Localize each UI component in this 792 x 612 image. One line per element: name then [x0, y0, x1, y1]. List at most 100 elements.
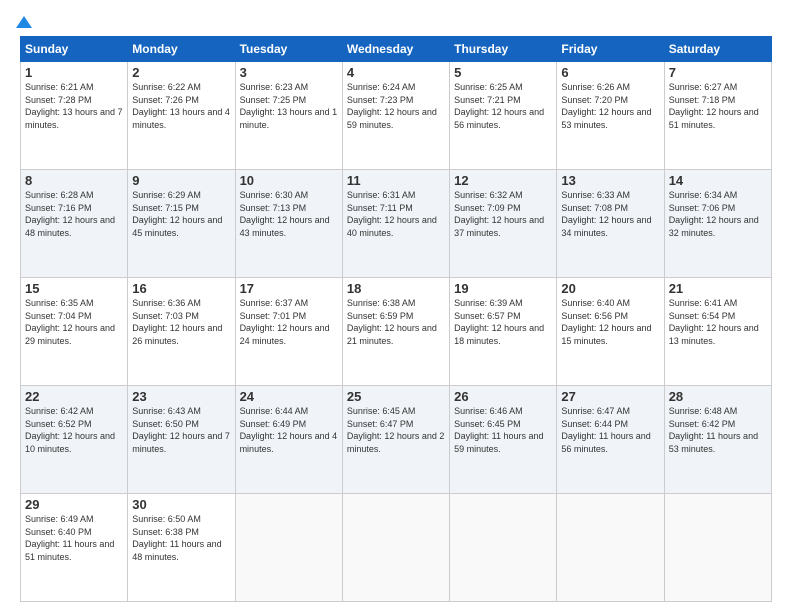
day-number: 16 — [132, 281, 230, 296]
day-number: 11 — [347, 173, 445, 188]
calendar-cell: 16Sunrise: 6:36 AMSunset: 7:03 PMDayligh… — [128, 278, 235, 386]
day-number: 19 — [454, 281, 552, 296]
calendar-cell: 29Sunrise: 6:49 AMSunset: 6:40 PMDayligh… — [21, 494, 128, 602]
day-info: Sunrise: 6:28 AMSunset: 7:16 PMDaylight:… — [25, 189, 123, 239]
day-info: Sunrise: 6:45 AMSunset: 6:47 PMDaylight:… — [347, 405, 445, 455]
day-number: 21 — [669, 281, 767, 296]
day-info: Sunrise: 6:44 AMSunset: 6:49 PMDaylight:… — [240, 405, 338, 455]
day-info: Sunrise: 6:31 AMSunset: 7:11 PMDaylight:… — [347, 189, 445, 239]
header — [20, 16, 772, 28]
calendar-cell: 1Sunrise: 6:21 AMSunset: 7:28 PMDaylight… — [21, 62, 128, 170]
day-info: Sunrise: 6:43 AMSunset: 6:50 PMDaylight:… — [132, 405, 230, 455]
calendar-cell: 2Sunrise: 6:22 AMSunset: 7:26 PMDaylight… — [128, 62, 235, 170]
page: SundayMondayTuesdayWednesdayThursdayFrid… — [0, 0, 792, 612]
day-number: 12 — [454, 173, 552, 188]
calendar-cell: 19Sunrise: 6:39 AMSunset: 6:57 PMDayligh… — [450, 278, 557, 386]
calendar-cell: 13Sunrise: 6:33 AMSunset: 7:08 PMDayligh… — [557, 170, 664, 278]
day-info: Sunrise: 6:26 AMSunset: 7:20 PMDaylight:… — [561, 81, 659, 131]
day-info: Sunrise: 6:23 AMSunset: 7:25 PMDaylight:… — [240, 81, 338, 131]
day-info: Sunrise: 6:22 AMSunset: 7:26 PMDaylight:… — [132, 81, 230, 131]
day-header: Tuesday — [235, 37, 342, 62]
calendar-cell: 3Sunrise: 6:23 AMSunset: 7:25 PMDaylight… — [235, 62, 342, 170]
day-number: 24 — [240, 389, 338, 404]
day-info: Sunrise: 6:40 AMSunset: 6:56 PMDaylight:… — [561, 297, 659, 347]
day-info: Sunrise: 6:21 AMSunset: 7:28 PMDaylight:… — [25, 81, 123, 131]
day-number: 28 — [669, 389, 767, 404]
day-info: Sunrise: 6:46 AMSunset: 6:45 PMDaylight:… — [454, 405, 552, 455]
calendar-cell: 11Sunrise: 6:31 AMSunset: 7:11 PMDayligh… — [342, 170, 449, 278]
day-info: Sunrise: 6:41 AMSunset: 6:54 PMDaylight:… — [669, 297, 767, 347]
day-number: 29 — [25, 497, 123, 512]
day-info: Sunrise: 6:35 AMSunset: 7:04 PMDaylight:… — [25, 297, 123, 347]
calendar-cell: 6Sunrise: 6:26 AMSunset: 7:20 PMDaylight… — [557, 62, 664, 170]
calendar-cell: 23Sunrise: 6:43 AMSunset: 6:50 PMDayligh… — [128, 386, 235, 494]
day-number: 20 — [561, 281, 659, 296]
calendar-cell: 26Sunrise: 6:46 AMSunset: 6:45 PMDayligh… — [450, 386, 557, 494]
day-number: 22 — [25, 389, 123, 404]
day-number: 14 — [669, 173, 767, 188]
calendar-cell: 28Sunrise: 6:48 AMSunset: 6:42 PMDayligh… — [664, 386, 771, 494]
calendar-cell: 22Sunrise: 6:42 AMSunset: 6:52 PMDayligh… — [21, 386, 128, 494]
day-info: Sunrise: 6:48 AMSunset: 6:42 PMDaylight:… — [669, 405, 767, 455]
calendar-cell: 17Sunrise: 6:37 AMSunset: 7:01 PMDayligh… — [235, 278, 342, 386]
calendar-cell: 20Sunrise: 6:40 AMSunset: 6:56 PMDayligh… — [557, 278, 664, 386]
day-number: 9 — [132, 173, 230, 188]
day-info: Sunrise: 6:42 AMSunset: 6:52 PMDaylight:… — [25, 405, 123, 455]
day-info: Sunrise: 6:36 AMSunset: 7:03 PMDaylight:… — [132, 297, 230, 347]
day-info: Sunrise: 6:29 AMSunset: 7:15 PMDaylight:… — [132, 189, 230, 239]
calendar-cell — [664, 494, 771, 602]
calendar-cell: 25Sunrise: 6:45 AMSunset: 6:47 PMDayligh… — [342, 386, 449, 494]
calendar-table: SundayMondayTuesdayWednesdayThursdayFrid… — [20, 36, 772, 602]
calendar-cell: 12Sunrise: 6:32 AMSunset: 7:09 PMDayligh… — [450, 170, 557, 278]
day-info: Sunrise: 6:38 AMSunset: 6:59 PMDaylight:… — [347, 297, 445, 347]
day-info: Sunrise: 6:50 AMSunset: 6:38 PMDaylight:… — [132, 513, 230, 563]
calendar-cell — [342, 494, 449, 602]
day-number: 4 — [347, 65, 445, 80]
day-number: 8 — [25, 173, 123, 188]
day-number: 25 — [347, 389, 445, 404]
logo-triangle-icon — [16, 16, 32, 28]
logo — [20, 16, 32, 28]
day-number: 17 — [240, 281, 338, 296]
day-info: Sunrise: 6:27 AMSunset: 7:18 PMDaylight:… — [669, 81, 767, 131]
calendar-cell: 27Sunrise: 6:47 AMSunset: 6:44 PMDayligh… — [557, 386, 664, 494]
day-info: Sunrise: 6:34 AMSunset: 7:06 PMDaylight:… — [669, 189, 767, 239]
day-number: 2 — [132, 65, 230, 80]
day-info: Sunrise: 6:33 AMSunset: 7:08 PMDaylight:… — [561, 189, 659, 239]
day-number: 18 — [347, 281, 445, 296]
day-info: Sunrise: 6:39 AMSunset: 6:57 PMDaylight:… — [454, 297, 552, 347]
calendar-cell: 14Sunrise: 6:34 AMSunset: 7:06 PMDayligh… — [664, 170, 771, 278]
calendar-cell — [557, 494, 664, 602]
logo-block — [20, 16, 32, 28]
day-number: 7 — [669, 65, 767, 80]
calendar-cell: 9Sunrise: 6:29 AMSunset: 7:15 PMDaylight… — [128, 170, 235, 278]
day-header: Saturday — [664, 37, 771, 62]
calendar-cell — [450, 494, 557, 602]
calendar-cell: 21Sunrise: 6:41 AMSunset: 6:54 PMDayligh… — [664, 278, 771, 386]
day-number: 13 — [561, 173, 659, 188]
calendar-cell: 7Sunrise: 6:27 AMSunset: 7:18 PMDaylight… — [664, 62, 771, 170]
calendar-cell: 5Sunrise: 6:25 AMSunset: 7:21 PMDaylight… — [450, 62, 557, 170]
day-number: 27 — [561, 389, 659, 404]
day-header: Wednesday — [342, 37, 449, 62]
day-number: 6 — [561, 65, 659, 80]
calendar-cell — [235, 494, 342, 602]
day-info: Sunrise: 6:25 AMSunset: 7:21 PMDaylight:… — [454, 81, 552, 131]
calendar-cell: 8Sunrise: 6:28 AMSunset: 7:16 PMDaylight… — [21, 170, 128, 278]
day-info: Sunrise: 6:24 AMSunset: 7:23 PMDaylight:… — [347, 81, 445, 131]
day-number: 15 — [25, 281, 123, 296]
day-info: Sunrise: 6:32 AMSunset: 7:09 PMDaylight:… — [454, 189, 552, 239]
day-number: 5 — [454, 65, 552, 80]
day-info: Sunrise: 6:47 AMSunset: 6:44 PMDaylight:… — [561, 405, 659, 455]
calendar-cell: 4Sunrise: 6:24 AMSunset: 7:23 PMDaylight… — [342, 62, 449, 170]
calendar-cell: 10Sunrise: 6:30 AMSunset: 7:13 PMDayligh… — [235, 170, 342, 278]
day-info: Sunrise: 6:37 AMSunset: 7:01 PMDaylight:… — [240, 297, 338, 347]
calendar-cell: 15Sunrise: 6:35 AMSunset: 7:04 PMDayligh… — [21, 278, 128, 386]
calendar-cell: 30Sunrise: 6:50 AMSunset: 6:38 PMDayligh… — [128, 494, 235, 602]
day-info: Sunrise: 6:49 AMSunset: 6:40 PMDaylight:… — [25, 513, 123, 563]
day-header: Sunday — [21, 37, 128, 62]
calendar-cell: 24Sunrise: 6:44 AMSunset: 6:49 PMDayligh… — [235, 386, 342, 494]
day-number: 10 — [240, 173, 338, 188]
day-header: Thursday — [450, 37, 557, 62]
day-info: Sunrise: 6:30 AMSunset: 7:13 PMDaylight:… — [240, 189, 338, 239]
